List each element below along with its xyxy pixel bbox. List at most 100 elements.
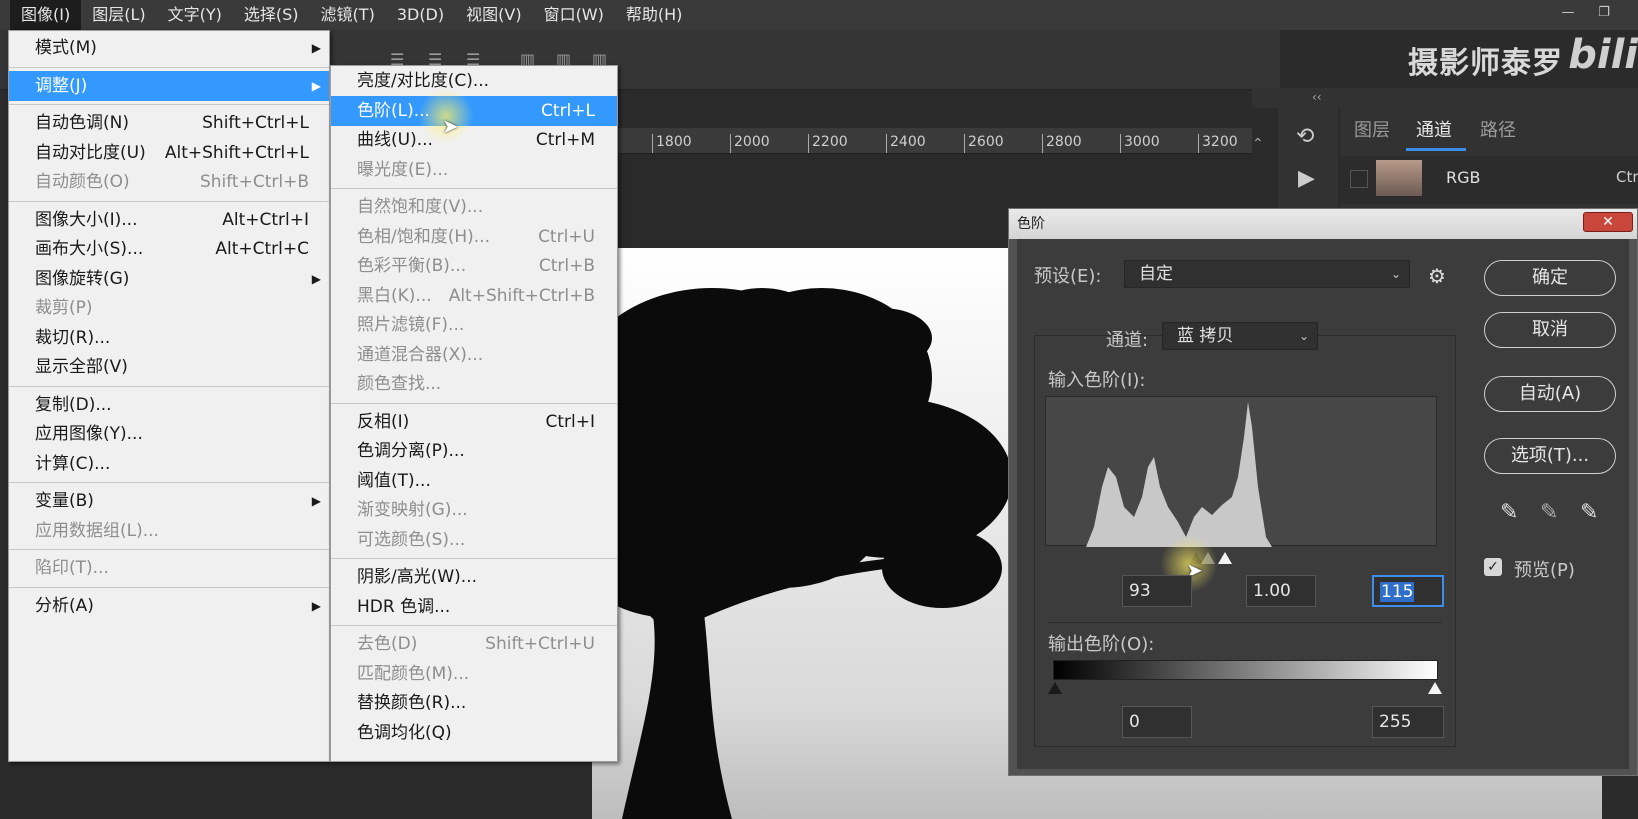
output-black-slider[interactable] — [1048, 682, 1062, 694]
white-eyedropper-icon[interactable]: ✎ — [1580, 500, 1598, 525]
menu-item[interactable]: 色调均化(Q) — [331, 718, 617, 748]
menu-item-label: 分析(A) — [35, 595, 94, 616]
menu-item[interactable]: 亮度/对比度(C)... — [331, 66, 617, 96]
menu-item-label: 模式(M) — [35, 38, 97, 58]
output-white-field[interactable]: 255 — [1372, 706, 1444, 738]
menu-item[interactable]: 替换颜色(R)... — [331, 688, 617, 718]
input-black-field[interactable]: 93 — [1122, 575, 1192, 607]
tab-layers[interactable]: 图层 — [1354, 116, 1390, 142]
restore-icon[interactable]: ❐ — [1596, 6, 1612, 20]
menu-item[interactable]: HDR 色调... — [331, 592, 617, 622]
watermark-text: 摄影师泰罗 — [1408, 46, 1563, 81]
menu-item[interactable]: 裁切(R)... — [9, 323, 329, 353]
input-white-slider[interactable] — [1218, 552, 1232, 564]
menu-item[interactable]: 计算(C)... — [9, 449, 329, 479]
tab-channels[interactable]: 通道 — [1416, 116, 1452, 142]
menu-item[interactable]: 反相(I) Ctrl+I — [331, 407, 617, 437]
input-gamma-field[interactable]: 1.00 — [1246, 575, 1316, 607]
menu-item[interactable]: 复制(D)... — [9, 390, 329, 420]
menu-item-label: 颜色查找... — [357, 374, 442, 394]
input-white-value: 115 — [1380, 582, 1415, 602]
menu-5[interactable]: 3D(D) — [386, 0, 455, 30]
dialog-title: 色阶 — [1009, 209, 1637, 239]
panel-collapse-bar[interactable]: ‹‹ — [1252, 88, 1638, 108]
menu-item[interactable]: 图像旋转(G) ▶ — [9, 264, 329, 294]
ok-button[interactable]: 确定 — [1484, 260, 1616, 296]
menu-separator — [9, 66, 329, 68]
play-icon[interactable]: ▶ — [1298, 166, 1315, 191]
output-black-field[interactable]: 0 — [1122, 706, 1192, 738]
menu-item: 渐变映射(G)... — [331, 495, 617, 525]
channel-row-rgb[interactable]: RGB Ctr — [1340, 156, 1638, 204]
close-button[interactable]: ✕ — [1583, 212, 1633, 232]
menu-item-label: 自然饱和度(V)... — [357, 197, 484, 217]
output-levels-label: 输出色阶(O): — [1048, 634, 1155, 655]
ruler-tick: 3200 — [1198, 134, 1238, 153]
menu-7[interactable]: 窗口(W) — [533, 0, 615, 30]
menu-item-label: 色调均化(Q) — [357, 722, 452, 743]
menu-item-shortcut: Ctrl+U — [538, 226, 595, 247]
menu-item[interactable]: 调整(J) ▶ — [9, 70, 329, 101]
menu-item[interactable]: 分析(A) ▶ — [9, 591, 329, 621]
preset-dropdown[interactable]: 自定 ⌄ — [1124, 260, 1410, 288]
menu-item[interactable]: 阴影/高光(W)... — [331, 562, 617, 592]
menu-item: 可选颜色(S)... — [331, 525, 617, 555]
menu-item[interactable]: 显示全部(V) — [9, 352, 329, 382]
menu-item[interactable]: 图像大小(I)... Alt+Ctrl+I — [9, 205, 329, 235]
menu-separator — [331, 402, 617, 404]
menu-4[interactable]: 滤镜(T) — [310, 0, 386, 30]
menu-item[interactable]: 变量(B) ▶ — [9, 486, 329, 516]
submenu-arrow-icon: ▶ — [311, 494, 321, 508]
menu-item: 曝光度(E)... — [331, 155, 617, 185]
menu-separator — [331, 625, 617, 626]
menu-item: 应用数据组(L)... — [9, 516, 329, 546]
menu-item-label: 可选颜色(S)... — [357, 529, 466, 550]
menu-item: 颜色查找... — [331, 369, 617, 399]
menu-item[interactable]: 色调分离(P)... — [331, 436, 617, 466]
preview-checkbox[interactable]: ✓ — [1484, 558, 1502, 576]
menu-item-label: 应用数据组(L)... — [35, 520, 159, 541]
tab-paths[interactable]: 路径 — [1480, 116, 1516, 142]
menu-item[interactable]: 画布大小(S)... Alt+Ctrl+C — [9, 234, 329, 264]
menu-item-label: 裁切(R)... — [35, 327, 111, 348]
menu-item-label: 裁剪(P) — [35, 298, 93, 318]
menu-8[interactable]: 帮助(H) — [615, 0, 694, 30]
menu-item[interactable]: 阈值(T)... — [331, 466, 617, 496]
scroll-up-icon[interactable]: ⌃ — [1252, 136, 1264, 152]
minimize-icon[interactable]: — — [1560, 6, 1576, 20]
auto-button[interactable]: 自动(A) — [1484, 376, 1616, 412]
black-eyedropper-icon[interactable]: ✎ — [1500, 500, 1518, 525]
menu-item[interactable]: 自动对比度(U) Alt+Shift+Ctrl+L — [9, 138, 329, 168]
menu-3[interactable]: 选择(S) — [233, 0, 310, 30]
menu-item-label: 曝光度(E)... — [357, 159, 449, 180]
options-button[interactable]: 选项(T)... — [1484, 438, 1616, 474]
channel-dropdown[interactable]: 蓝 拷贝 ⌄ — [1162, 322, 1318, 350]
menubar: 图像(I) 图层(L) 文字(Y) 选择(S) 滤镜(T) 3D(D) 视图(V) 窗口(W)… — [0, 0, 1638, 30]
input-white-field[interactable]: 115 — [1372, 575, 1444, 607]
menu-item-shortcut: Shift+Ctrl+B — [199, 172, 309, 192]
menu-item[interactable]: 色阶(L)... Ctrl+L — [331, 95, 617, 126]
history-icon[interactable]: ⟲ — [1296, 124, 1314, 149]
gray-eyedropper-icon[interactable]: ✎ — [1540, 500, 1558, 525]
preset-value: 自定 — [1139, 264, 1173, 284]
menu-item-label: 色彩平衡(B)... — [357, 256, 467, 276]
menu-0[interactable]: 图像(I) — [10, 0, 82, 30]
menu-item: 陷印(T)... — [9, 553, 329, 583]
menu-item-label: 去色(D) — [357, 634, 418, 654]
menu-2[interactable]: 文字(Y) — [157, 0, 233, 30]
adjustments-submenu: 亮度/对比度(C)... 色阶(L)... Ctrl+L 曲线(U)... Ctrl+M… — [330, 65, 618, 762]
menu-item[interactable]: 自动色调(N) Shift+Ctrl+L — [9, 108, 329, 138]
menu-1[interactable]: 图层(L) — [81, 0, 156, 30]
menu-item-label: 应用图像(Y)... — [35, 424, 143, 444]
menu-item[interactable]: 模式(M) ▶ — [9, 33, 329, 63]
cancel-button[interactable]: 取消 — [1484, 312, 1616, 348]
menu-6[interactable]: 视图(V) — [455, 0, 532, 30]
menu-item[interactable]: 应用图像(Y)... — [9, 419, 329, 449]
menu-item-label: HDR 色调... — [357, 596, 451, 617]
output-white-slider[interactable] — [1428, 682, 1442, 694]
collapse-icon[interactable]: ‹‹ — [1312, 90, 1322, 104]
menu-item-label: 图像大小(I)... — [35, 209, 138, 230]
gear-icon[interactable]: ⚙ — [1428, 264, 1446, 288]
visibility-toggle[interactable] — [1350, 170, 1368, 188]
menu-item[interactable]: 曲线(U)... Ctrl+M — [331, 125, 617, 155]
